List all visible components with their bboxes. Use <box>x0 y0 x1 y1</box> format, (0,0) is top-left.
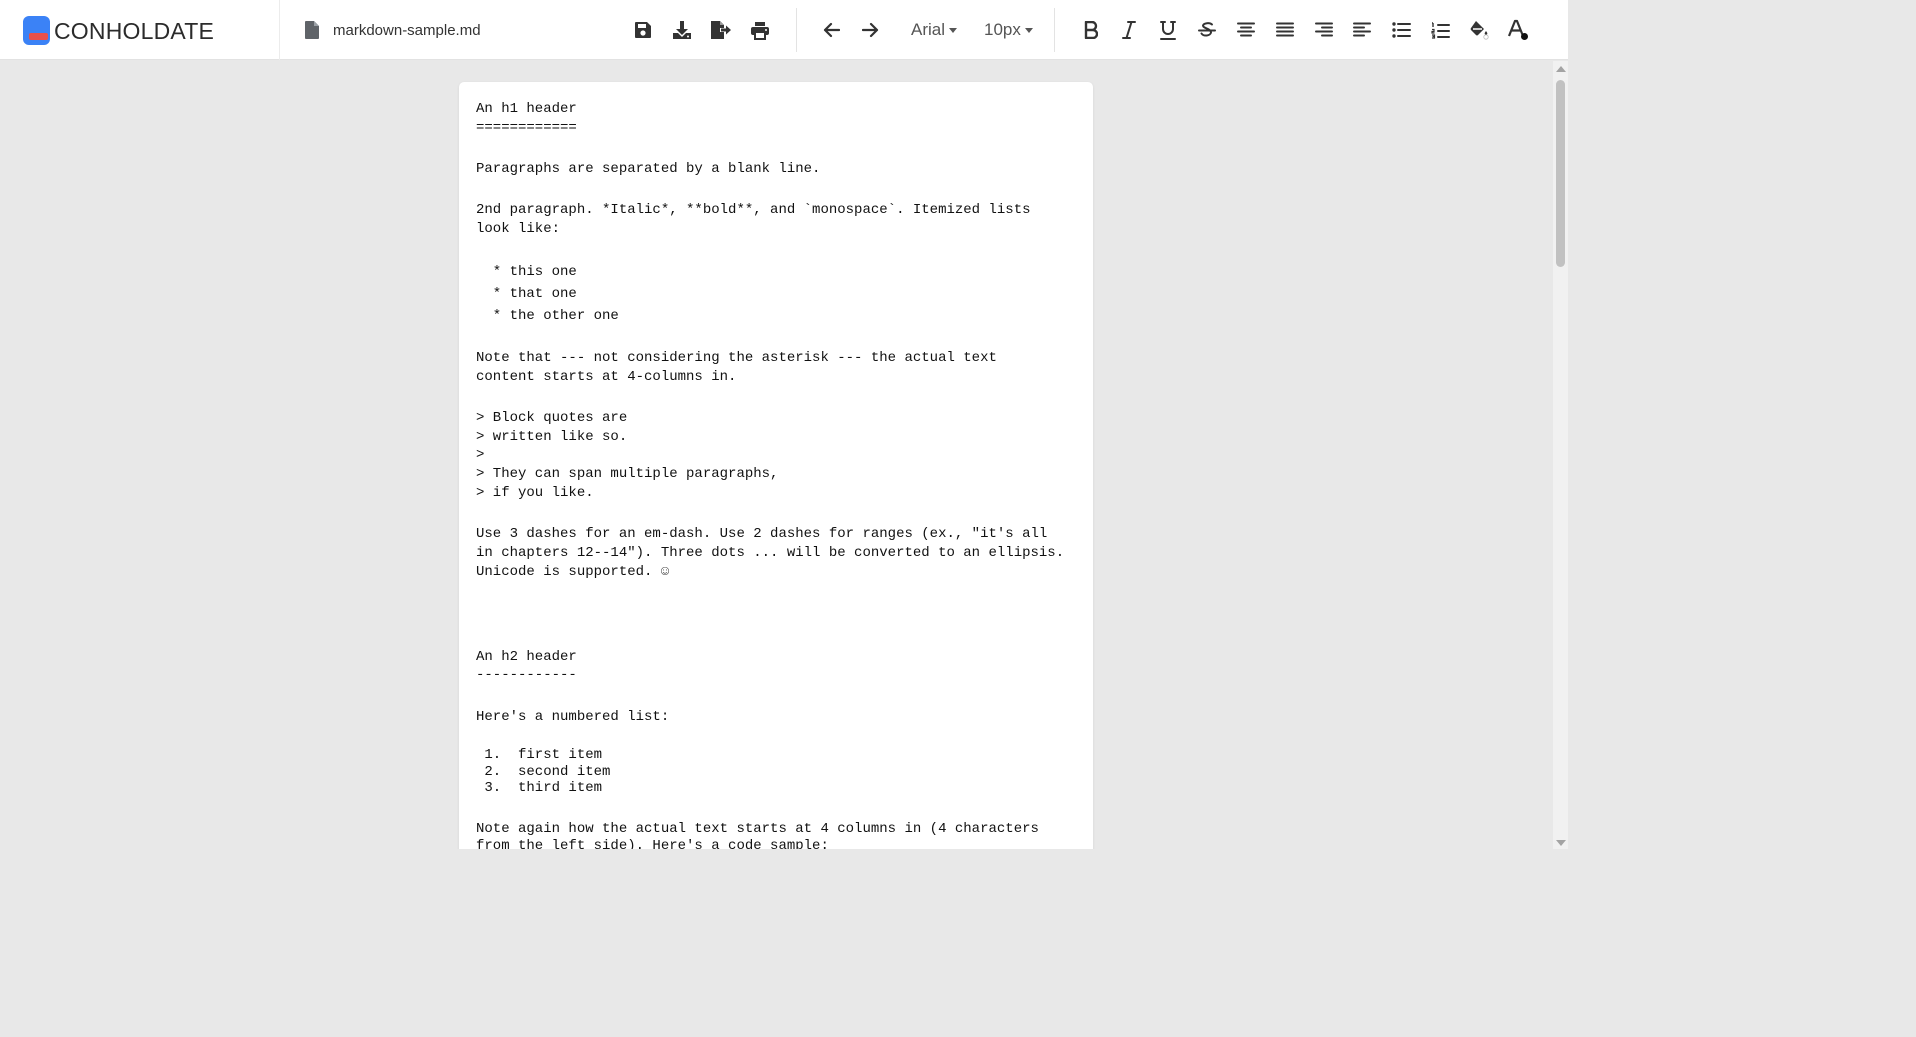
text-line: look like: <box>476 221 561 237</box>
align-left-icon <box>1353 22 1371 37</box>
strikethrough-icon <box>1198 21 1216 37</box>
download-icon <box>673 21 691 39</box>
fill-color-button[interactable] <box>1463 14 1495 46</box>
bulleted-list-icon <box>1391 22 1411 38</box>
align-center-icon <box>1237 22 1255 37</box>
print-icon <box>751 21 769 40</box>
h2-underline-line: ------------ <box>476 667 577 683</box>
h1-underline-line: ============ <box>476 120 577 136</box>
align-right-icon <box>1315 22 1333 37</box>
align-left-button[interactable] <box>1346 14 1378 46</box>
file-name: markdown-sample.md <box>333 21 481 39</box>
text-line: in chapters 12--14"). Three dots ... wil… <box>476 545 1065 561</box>
save-icon <box>635 22 651 38</box>
underline-icon <box>1160 20 1176 40</box>
text-color-button[interactable] <box>1502 14 1534 46</box>
strikethrough-button[interactable] <box>1191 14 1223 46</box>
text-line: Note that --- not considering the asteri… <box>476 350 997 366</box>
font-size-dropdown[interactable]: 10px <box>984 14 1033 46</box>
redo-icon <box>862 22 879 38</box>
editor-area: An h1 header ============ Paragraphs are… <box>0 61 1553 849</box>
list-item: * this one <box>476 264 577 280</box>
text-line: Use 3 dashes for an em-dash. Use 2 dashe… <box>476 526 1048 542</box>
numbered-list-item: 3. third item <box>476 780 603 796</box>
font-family-value: Arial <box>911 20 946 39</box>
blockquote-line: > written like so. <box>476 429 628 445</box>
text-line: Unicode is supported. ☺ <box>476 564 670 580</box>
text-line: Here's a numbered list: <box>476 709 670 725</box>
bold-icon <box>1084 21 1098 39</box>
top-toolbar: CONHOLDATE markdown-sample.md Arial 10px <box>0 0 1568 60</box>
chevron-down-icon <box>949 27 958 33</box>
text-line: Paragraphs are separated by a blank line… <box>476 161 821 177</box>
toolbar-separator <box>1054 8 1055 52</box>
text-line: content starts at 4-columns in. <box>476 369 737 385</box>
align-justify-button[interactable] <box>1269 14 1301 46</box>
h2-title-line: An h2 header <box>476 649 577 665</box>
export-button[interactable] <box>705 14 737 46</box>
save-button[interactable] <box>627 14 659 46</box>
align-justify-icon <box>1276 22 1294 37</box>
blockquote-line: > <box>476 447 485 463</box>
underline-button[interactable] <box>1152 14 1184 46</box>
download-button[interactable] <box>666 14 698 46</box>
text-line: 2nd paragraph. *Italic*, **bold**, and `… <box>476 202 1031 218</box>
italic-button[interactable] <box>1113 14 1145 46</box>
print-button[interactable] <box>744 14 776 46</box>
file-icon <box>305 21 319 39</box>
list-item: * the other one <box>476 308 619 324</box>
undo-button[interactable] <box>815 14 847 46</box>
scroll-down-arrow-icon[interactable] <box>1556 840 1566 846</box>
file-tab[interactable]: markdown-sample.md <box>305 0 481 60</box>
font-size-value: 10px <box>984 20 1021 39</box>
fill-color-icon <box>1470 21 1489 40</box>
conholdate-logo-icon <box>23 16 50 45</box>
numbered-list-icon <box>1430 21 1450 39</box>
brand-name: CONHOLDATE <box>54 18 215 44</box>
numbered-list-button[interactable] <box>1424 14 1456 46</box>
export-icon <box>711 21 731 39</box>
scrollbar-thumb[interactable] <box>1556 80 1565 267</box>
blockquote-line: > They can span multiple paragraphs, <box>476 466 779 482</box>
align-center-button[interactable] <box>1230 14 1262 46</box>
blockquote-line: > if you like. <box>476 485 594 501</box>
vertical-scrollbar[interactable] <box>1553 61 1568 849</box>
toolbar-separator <box>796 8 797 52</box>
h1-title-line: An h1 header <box>476 101 577 117</box>
italic-icon <box>1122 21 1136 39</box>
bold-button[interactable] <box>1075 14 1107 46</box>
font-family-dropdown[interactable]: Arial <box>911 14 958 46</box>
scroll-up-arrow-icon[interactable] <box>1556 66 1566 72</box>
chevron-down-icon <box>1024 27 1033 33</box>
list-item: * that one <box>476 286 577 302</box>
undo-icon <box>823 22 840 38</box>
align-right-button[interactable] <box>1308 14 1340 46</box>
redo-button[interactable] <box>855 14 887 46</box>
text-color-icon <box>1507 19 1528 40</box>
document-page[interactable]: An h1 header ============ Paragraphs are… <box>459 82 1093 849</box>
brand: CONHOLDATE <box>0 0 280 60</box>
blockquote-line: > Block quotes are <box>476 410 628 426</box>
bulleted-list-button[interactable] <box>1385 14 1417 46</box>
text-line: from the left side). Here's a code sampl… <box>476 838 829 849</box>
